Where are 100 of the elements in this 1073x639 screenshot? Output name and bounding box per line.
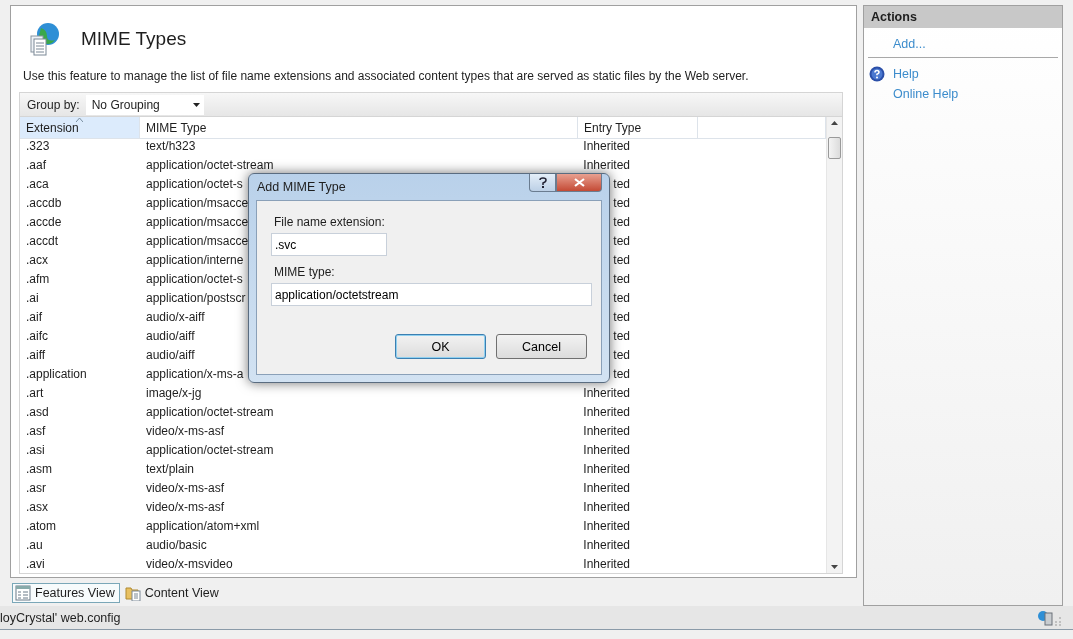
extension-cell: .acx <box>26 252 48 267</box>
extension-cell: .avi <box>26 556 45 571</box>
dialog-title: Add MIME Type <box>257 180 346 194</box>
extension-cell: .accdt <box>26 233 58 248</box>
status-text: loyCrystal' web.config <box>0 610 121 625</box>
dialog-button[interactable]: OK <box>395 334 486 359</box>
close-button[interactable] <box>556 174 602 192</box>
scroll-down-icon[interactable] <box>831 565 838 569</box>
entry-type-cell: ted <box>613 233 630 248</box>
entry-type-cell: Inherited <box>583 461 630 476</box>
mime-type-cell: application/atom+xml <box>146 518 260 533</box>
help-button[interactable] <box>529 174 556 192</box>
extension-cell: .afm <box>26 271 50 286</box>
actions-header: Actions <box>864 6 1062 28</box>
mime-type-cell: application/x-ms-a <box>146 366 244 381</box>
entry-type-cell: Inherited <box>583 423 630 438</box>
entry-type-cell: ted <box>613 176 630 191</box>
mime-type-cell: application/msacce <box>146 233 249 248</box>
question-mark-icon <box>538 177 547 188</box>
entry-type-cell: Inherited <box>583 385 630 400</box>
mime-type-cell: video/x-ms-asf <box>146 423 225 438</box>
mime-type-cell: text/h323 <box>146 138 196 153</box>
extension-cell: .asx <box>26 499 48 514</box>
mime-type-cell: application/octet-s <box>146 271 243 286</box>
server-globe-icon <box>1037 609 1063 626</box>
entry-type-cell: ted <box>613 366 630 381</box>
column-header[interactable]: Entry Type <box>578 117 698 139</box>
mime-type-cell: video/x-ms-asf <box>146 480 225 495</box>
entry-type-cell: ted <box>613 195 630 210</box>
mime-type-cell: text/plain <box>146 461 195 476</box>
extension-cell: .aaf <box>26 157 46 172</box>
extension-cell: .asd <box>26 404 49 419</box>
grouping-dropdown[interactable]: No Grouping <box>85 94 204 115</box>
extension-cell: .asm <box>26 461 52 476</box>
mime-type-cell: application/octet-stream <box>146 404 274 419</box>
dialog-button[interactable]: Cancel <box>496 334 587 359</box>
mime-type-cell: image/x-jg <box>146 385 202 400</box>
extension-cell: .au <box>26 537 43 552</box>
extension-cell: .aiff <box>26 347 46 362</box>
extension-cell: .asf <box>26 423 46 438</box>
view-tab[interactable]: Content View <box>121 583 224 603</box>
entry-type-cell: ted <box>613 271 630 286</box>
extension-cell: .accdb <box>26 195 62 210</box>
field-label: File name extension: <box>273 215 386 231</box>
table-icon <box>15 585 31 601</box>
mime-type-cell: application/msacce <box>146 195 249 210</box>
mime-type-cell: application/msacce <box>146 214 249 229</box>
extension-cell: .accde <box>26 214 62 229</box>
mime-type-cell: application/postscr <box>146 290 246 305</box>
mime-type-cell: video/x-ms-asf <box>146 499 225 514</box>
field-label: MIME type: <box>273 265 336 281</box>
page-title: MIME Types <box>81 27 187 50</box>
entry-type-cell: Inherited <box>583 499 630 514</box>
page-description: Use this feature to manage the list of file name extensions and associated content types that are served as static files by the Web server. <box>23 69 749 83</box>
mime-type-cell: video/x-msvideo <box>146 556 233 571</box>
folder-document-icon <box>124 585 141 601</box>
entry-type-cell: ted <box>613 214 630 229</box>
group-by-label: Group by: <box>27 97 80 112</box>
extension-cell: .aif <box>26 309 42 324</box>
action-link[interactable]: Help <box>893 67 919 81</box>
mime-type-cell: application/octet-stream <box>146 157 274 172</box>
dropdown-arrow-icon <box>192 102 200 107</box>
scroll-thumb[interactable] <box>828 137 841 159</box>
entry-type-cell: ted <box>613 328 630 343</box>
entry-type-cell: Inherited <box>583 442 630 457</box>
mime-type-cell: audio/basic <box>146 537 207 552</box>
extension-cell: .atom <box>26 518 56 533</box>
mime-type-cell: audio/aiff <box>146 328 195 343</box>
entry-type-cell: ted <box>613 347 630 362</box>
extension-cell: .323 <box>26 138 50 153</box>
help-icon <box>869 66 885 82</box>
entry-type-cell: Inherited <box>583 157 630 172</box>
extension-cell: .asi <box>26 442 45 457</box>
entry-type-cell: ted <box>613 252 630 267</box>
input-field[interactable]: .svc <box>271 233 387 256</box>
entry-type-cell: Inherited <box>583 518 630 533</box>
action-link[interactable]: Online Help <box>893 87 959 101</box>
globe-document-icon <box>29 21 61 56</box>
entry-type-cell: Inherited <box>583 404 630 419</box>
column-header[interactable]: MIME Type <box>140 117 578 139</box>
extension-cell: .art <box>26 385 44 400</box>
scrollbar[interactable] <box>826 117 842 573</box>
entry-type-cell: ted <box>613 290 630 305</box>
extension-cell: .aifc <box>26 328 48 343</box>
entry-type-cell: Inherited <box>583 537 630 552</box>
scroll-up-icon[interactable] <box>831 121 838 125</box>
input-field[interactable]: application/octetstream <box>271 283 592 306</box>
mime-type-cell: audio/x-aiff <box>146 309 205 324</box>
close-icon <box>573 178 585 187</box>
entry-type-cell: ted <box>613 309 630 324</box>
mime-type-cell: audio/aiff <box>146 347 195 362</box>
extension-cell: .asr <box>26 480 46 495</box>
entry-type-cell: Inherited <box>583 556 630 571</box>
view-tab[interactable]: Features View <box>12 583 120 603</box>
column-header[interactable]: Extension <box>20 117 140 139</box>
entry-type-cell: Inherited <box>583 138 630 153</box>
extension-cell: .aca <box>26 176 49 191</box>
action-link[interactable]: Add... <box>893 37 926 51</box>
mime-type-cell: application/octet-stream <box>146 442 274 457</box>
mime-type-cell: application/octet-s <box>146 176 243 191</box>
